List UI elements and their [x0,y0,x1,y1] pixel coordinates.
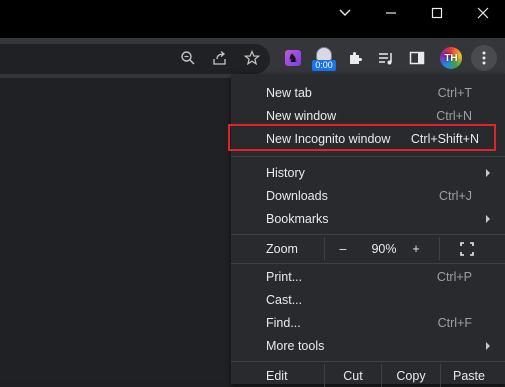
menu-item-label: New window [266,108,337,123]
bookmark-star-button[interactable] [239,45,265,71]
fullscreen-button[interactable] [440,237,494,260]
menu-item-find[interactable]: Find... Ctrl+F [231,311,505,334]
minimize-button[interactable] [368,0,414,26]
music-queue-icon [379,53,392,65]
incognito-highlight-box [228,124,496,151]
menu-item-shortcut: Ctrl+J [439,188,472,203]
cut-button[interactable]: Cut [325,364,381,387]
menu-item-shortcut: Ctrl+N [436,108,472,123]
close-icon [477,7,489,19]
menu-item-more-tools[interactable]: More tools [231,334,505,357]
zoom-label: Zoom [266,241,298,256]
menu-item-label: Bookmarks [266,211,329,226]
menu-item-shortcut: Ctrl+T [437,85,472,100]
zoom-in-button[interactable]: + [407,237,425,260]
menu-divider [231,234,505,235]
side-panel-button[interactable] [404,45,430,71]
extension-timer-button[interactable]: 0:00 [311,44,337,74]
zoom-icon [181,51,195,65]
chess-knight-icon: ♞ [285,50,301,66]
submenu-arrow-icon [486,214,490,223]
minimize-icon [386,12,396,14]
zoom-row: Zoom – 90% + [231,237,505,260]
menu-item-bookmarks[interactable]: Bookmarks [231,207,505,230]
edit-label: Edit [266,368,288,383]
menu-item-label: More tools [266,338,325,353]
close-window-button[interactable] [460,0,505,26]
menu-item-new-tab[interactable]: New tab Ctrl+T [231,81,505,104]
zoom-out-button[interactable]: – [325,237,361,260]
menu-item-label: Print... [266,269,303,284]
menu-item-shortcut: Ctrl+P [436,269,472,284]
copy-button[interactable]: Copy [382,364,440,387]
share-icon [213,51,226,65]
extension-chess-button[interactable]: ♞ [280,45,306,71]
extensions-button[interactable] [342,45,368,71]
title-bar [0,0,505,38]
menu-item-label: Downloads [266,188,328,203]
timer-icon [316,47,332,61]
chevron-down-icon [339,9,351,16]
menu-item-print[interactable]: Print... Ctrl+P [231,265,505,288]
maximize-button[interactable] [414,0,460,26]
menu-item-label: Find... [266,315,301,330]
submenu-arrow-icon [486,341,490,350]
side-panel-icon [409,51,425,65]
profile-button[interactable]: TH [438,45,464,71]
puzzle-icon [350,52,362,64]
menu-divider [231,263,505,264]
media-queue-button[interactable] [373,45,399,71]
zoom-button[interactable] [175,45,201,71]
avatar: TH [440,47,462,69]
timer-badge: 0:00 [312,60,336,71]
more-vertical-icon [482,51,486,65]
chrome-menu-button[interactable] [471,45,497,71]
fullscreen-icon [460,241,474,256]
menu-divider [231,361,505,362]
star-icon [244,50,260,66]
menu-item-label: Cast... [266,292,303,307]
zoom-level: 90% [371,241,397,256]
menu-item-label: New tab [266,85,312,100]
edit-row: Edit Cut Copy Paste [231,364,505,387]
menu-divider [231,156,505,157]
menu-item-downloads[interactable]: Downloads Ctrl+J [231,184,505,207]
menu-item-label: History [266,165,305,180]
tab-search-button[interactable] [322,0,368,26]
menu-item-history[interactable]: History [231,161,505,184]
paste-button[interactable]: Paste [441,364,497,387]
menu-item-cast[interactable]: Cast... [231,288,505,311]
share-button[interactable] [207,45,233,71]
avatar-initials: TH [444,52,458,64]
chrome-menu: New tab Ctrl+T New window Ctrl+N New Inc… [231,74,505,387]
menu-item-shortcut: Ctrl+F [437,315,472,330]
submenu-arrow-icon [486,168,490,177]
maximize-icon [431,7,443,19]
